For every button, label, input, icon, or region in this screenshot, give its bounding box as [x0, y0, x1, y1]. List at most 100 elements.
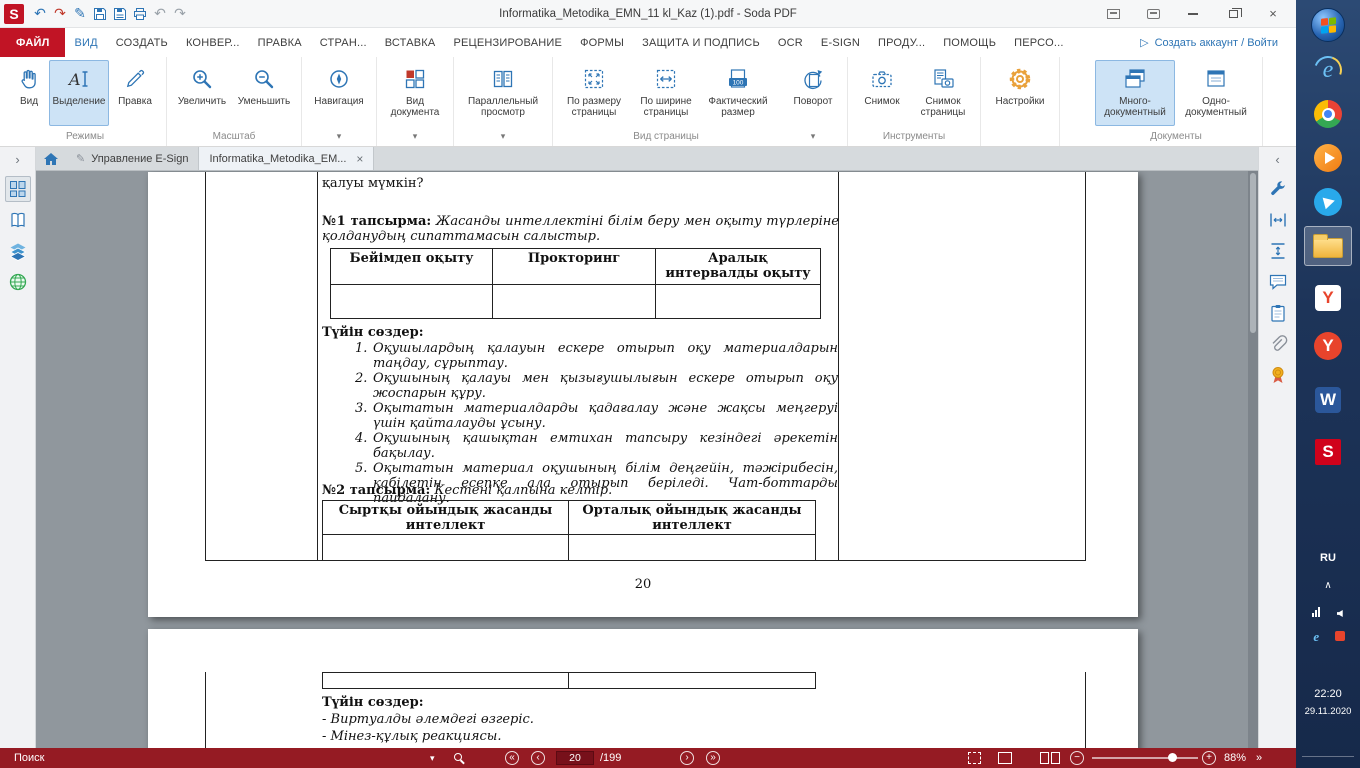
home-tab-button[interactable] — [36, 147, 66, 170]
first-page-button[interactable]: « — [505, 751, 519, 765]
menu-tab-secure-sign[interactable]: ЗАЩИТА И ПОДПИСЬ — [633, 28, 769, 57]
close-tab-icon[interactable]: × — [356, 152, 363, 166]
zoom-out-button[interactable]: Уменьшить — [232, 60, 296, 126]
show-desktop-button[interactable] — [1302, 756, 1354, 764]
menu-tab-ocr[interactable]: OCR — [769, 28, 812, 57]
redo-icon[interactable]: ↷ — [50, 4, 70, 24]
facing-pages-button[interactable] — [1040, 752, 1049, 764]
navigation-dropdown-icon[interactable]: ▾ — [307, 130, 371, 146]
search-input[interactable]: Поиск — [14, 748, 44, 768]
word-taskbar-button[interactable]: W — [1304, 380, 1352, 420]
search-options-dropdown-icon[interactable]: ▾ — [430, 748, 435, 768]
collapse-right-panel-icon[interactable]: ‹ — [1259, 151, 1296, 171]
menu-tab-edit[interactable]: ПРАВКА — [249, 28, 311, 57]
start-button[interactable] — [1304, 5, 1352, 45]
expand-left-panel-icon[interactable]: › — [0, 151, 35, 171]
view-mode-button[interactable]: Вид — [9, 60, 49, 126]
menu-tab-file[interactable]: ФАЙЛ — [0, 28, 65, 57]
parallel-view-button[interactable]: Параллельный просмотр — [459, 60, 547, 126]
file-explorer-taskbar-button[interactable] — [1304, 226, 1352, 266]
search-icon[interactable] — [454, 753, 462, 761]
web-links-icon[interactable] — [5, 269, 31, 295]
menu-tab-forms[interactable]: ФОРМЫ — [571, 28, 633, 57]
fit-horizontal-icon[interactable] — [1265, 207, 1291, 233]
tab-pdf-document[interactable]: Informatika_Metodika_EM... × — [198, 147, 374, 170]
menu-tab-create[interactable]: СОЗДАТЬ — [107, 28, 177, 57]
page-thumbnails-icon[interactable] — [5, 176, 31, 202]
close-button[interactable]: × — [1260, 5, 1286, 23]
menu-tab-products[interactable]: ПРОДУ... — [869, 28, 934, 57]
save-icon[interactable] — [90, 4, 110, 24]
account-signin-link[interactable]: ▷ Создать аккаунт / Войти — [1140, 28, 1296, 57]
rotate-dropdown-icon[interactable]: ▾ — [784, 130, 842, 146]
snapshot-button[interactable]: Снимок — [853, 60, 911, 126]
actual-size-button[interactable]: 100 Фактический размер — [702, 60, 774, 126]
print-icon[interactable] — [130, 4, 150, 24]
tray-expand-icon[interactable]: ∧ — [1296, 580, 1360, 591]
document-view-dropdown-icon[interactable]: ▾ — [382, 130, 448, 146]
menu-tab-view[interactable]: ВИД — [65, 28, 106, 57]
zoom-slider[interactable] — [1092, 757, 1198, 759]
menu-tab-esign[interactable]: E-SIGN — [812, 28, 869, 57]
previous-page-button[interactable]: ‹ — [531, 751, 545, 765]
tools-wrench-icon[interactable] — [1265, 176, 1291, 202]
settings-button[interactable]: Настройки — [986, 60, 1054, 126]
telegram-taskbar-button[interactable] — [1304, 182, 1352, 222]
zoom-in-button[interactable]: Увеличить — [172, 60, 232, 126]
save-as-icon[interactable] — [110, 4, 130, 24]
zoom-slider-handle[interactable] — [1168, 753, 1177, 762]
page-snapshot-button[interactable]: Снимок страницы — [911, 60, 975, 126]
menu-tab-pages[interactable]: СТРАН... — [311, 28, 376, 57]
menu-tab-convert[interactable]: КОНВЕР... — [177, 28, 249, 57]
edit-mode-button[interactable]: Правка — [109, 60, 161, 126]
certificates-award-icon[interactable] — [1265, 362, 1291, 388]
last-page-button[interactable]: » — [706, 751, 720, 765]
attachments-paperclip-icon[interactable] — [1265, 331, 1291, 357]
menu-tab-personalize[interactable]: ПЕРСО... — [1005, 28, 1072, 57]
next-page-button[interactable]: › — [680, 751, 694, 765]
document-view-button[interactable]: Вид документа — [382, 60, 448, 126]
edit-icon[interactable]: ✎ — [70, 4, 90, 24]
single-document-button[interactable]: Одно-документный — [1175, 60, 1257, 126]
menu-tab-insert[interactable]: ВСТАВКА — [376, 28, 445, 57]
fit-visible-button[interactable] — [998, 752, 1012, 764]
internet-explorer-taskbar-button[interactable]: e — [1304, 50, 1352, 90]
pdf-viewer[interactable]: қалуы мүмкін? №1 тапсырма: Жасанды интел… — [36, 171, 1258, 748]
fit-vertical-icon[interactable] — [1265, 238, 1291, 264]
previous-view-icon[interactable]: ↶ — [150, 4, 170, 24]
rotate-button[interactable]: Поворот — [784, 60, 842, 126]
menu-tab-help[interactable]: ПОМОЩЬ — [934, 28, 1005, 57]
language-indicator[interactable]: RU — [1296, 552, 1360, 564]
zoom-in-button[interactable]: + — [1202, 751, 1216, 765]
comments-icon[interactable] — [1265, 269, 1291, 295]
layers-icon[interactable] — [5, 238, 31, 264]
touch-mode-icon[interactable] — [1100, 5, 1126, 23]
ribbon-display-icon[interactable] — [1140, 5, 1166, 23]
clipboard-icon[interactable] — [1265, 300, 1291, 326]
page-number-input[interactable]: 20 — [556, 751, 594, 765]
bookmarks-icon[interactable] — [5, 207, 31, 233]
scrollbar-thumb[interactable] — [1250, 173, 1256, 333]
tray-volume-icon[interactable] — [1332, 606, 1347, 621]
fit-width-button[interactable]: По ширине страницы — [630, 60, 702, 126]
multi-document-button[interactable]: Много-документный — [1095, 60, 1175, 126]
chrome-taskbar-button[interactable] — [1304, 94, 1352, 134]
zoom-out-button[interactable]: − — [1070, 751, 1084, 765]
minimize-button[interactable] — [1180, 5, 1206, 23]
date[interactable]: 29.11.2020 — [1296, 706, 1360, 717]
tab-esign-management[interactable]: ✎ Управление E-Sign — [66, 147, 198, 170]
select-mode-button[interactable]: A Выделение — [49, 60, 109, 126]
navigation-button[interactable]: Навигация — [307, 60, 371, 126]
tray-app-icon[interactable] — [1332, 629, 1347, 644]
parallel-view-dropdown-icon[interactable]: ▾ — [459, 130, 547, 146]
tray-browser-icon[interactable]: e — [1309, 629, 1324, 644]
clock[interactable]: 22:20 — [1296, 688, 1360, 700]
fit-page-button[interactable]: По размеру страницы — [558, 60, 630, 126]
undo-icon[interactable]: ↶ — [30, 4, 50, 24]
yandex-taskbar-button[interactable]: Y — [1304, 278, 1352, 318]
restore-button[interactable] — [1220, 5, 1246, 23]
media-player-taskbar-button[interactable] — [1304, 138, 1352, 178]
next-view-icon[interactable]: ↷ — [170, 4, 190, 24]
vertical-scrollbar[interactable] — [1248, 171, 1258, 748]
sodapdf-taskbar-button[interactable]: S — [1304, 432, 1352, 472]
